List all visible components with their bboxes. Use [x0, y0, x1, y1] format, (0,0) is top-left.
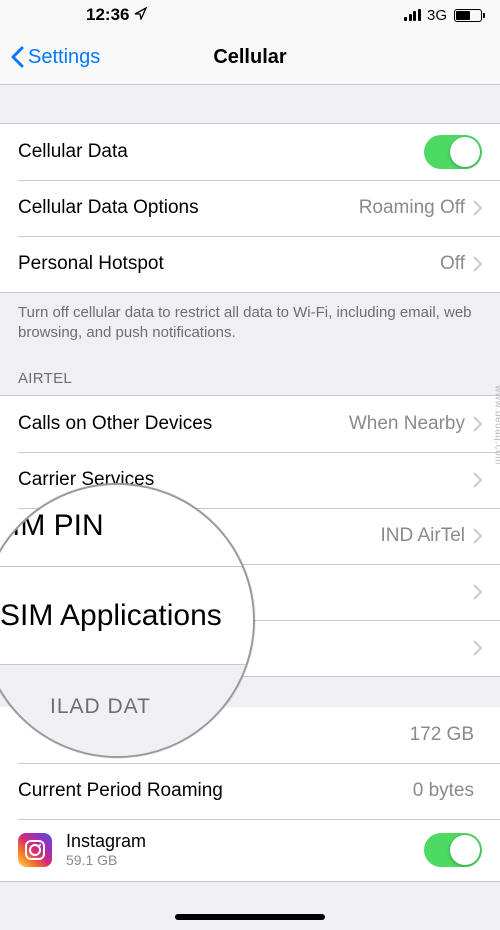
nav-bar: Settings Cellular [0, 30, 500, 85]
magnifier-overlay: IM PIN SIM Applications ILAD DAT [0, 483, 255, 758]
calls-label: Calls on Other Devices [18, 413, 349, 435]
chevron-right-icon [473, 256, 482, 272]
back-label: Settings [28, 46, 100, 69]
instagram-icon [18, 833, 52, 867]
battery-icon [454, 9, 482, 22]
location-icon [134, 5, 147, 25]
cellular-data-toggle[interactable] [424, 135, 482, 169]
cellular-footer: Turn off cellular data to restrict all d… [0, 293, 500, 352]
chevron-right-icon [473, 640, 482, 656]
back-button[interactable]: Settings [0, 46, 100, 69]
hotspot-row[interactable]: Personal Hotspot Off [0, 236, 500, 292]
status-left: 12:36 [18, 5, 147, 25]
status-bar: 12:36 3G [0, 0, 500, 30]
chevron-left-icon [10, 46, 24, 68]
network-label: 3G [427, 7, 447, 24]
status-time: 12:36 [86, 5, 129, 25]
cellular-options-label: Cellular Data Options [18, 197, 359, 219]
status-right: 3G [404, 7, 482, 24]
watermark: www.deuaq.com [493, 385, 500, 465]
settings-screen: 12:36 3G Settings Cellular Cellular Data [0, 0, 500, 930]
period-roaming-row[interactable]: Current Period Roaming 0 bytes [0, 763, 500, 819]
calls-row[interactable]: Calls on Other Devices When Nearby [0, 396, 500, 452]
period-total-value: 172 GB [410, 724, 474, 746]
chevron-right-icon [473, 472, 482, 488]
chevron-right-icon [473, 584, 482, 600]
signal-icon [404, 9, 421, 21]
app-instagram-row[interactable]: Instagram 59.1 GB [0, 819, 500, 881]
cellular-section: Cellular Data Cellular Data Options Roam… [0, 123, 500, 293]
network-value: IND AirTel [381, 525, 465, 547]
magnifier-sim-pin-row: IM PIN [0, 485, 253, 567]
home-indicator[interactable] [175, 914, 325, 920]
app-toggle[interactable] [424, 833, 482, 867]
period-roaming-value: 0 bytes [413, 780, 474, 802]
carrier-header: AIRTEL [0, 352, 500, 395]
hotspot-label: Personal Hotspot [18, 253, 440, 275]
period-roaming-label: Current Period Roaming [18, 780, 413, 802]
hotspot-value: Off [440, 253, 465, 275]
chevron-right-icon [473, 528, 482, 544]
calls-value: When Nearby [349, 413, 465, 435]
cellular-data-row[interactable]: Cellular Data [0, 124, 500, 180]
cellular-options-row[interactable]: Cellular Data Options Roaming Off [0, 180, 500, 236]
app-size: 59.1 GB [66, 852, 424, 868]
app-name: Instagram [66, 831, 424, 852]
cellular-options-value: Roaming Off [359, 197, 465, 219]
chevron-right-icon [473, 200, 482, 216]
chevron-right-icon [473, 416, 482, 432]
magnifier-sim-apps-row: SIM Applications [0, 567, 253, 665]
cellular-data-label: Cellular Data [18, 141, 424, 163]
magnifier-footer: ILAD DAT [0, 665, 253, 756]
